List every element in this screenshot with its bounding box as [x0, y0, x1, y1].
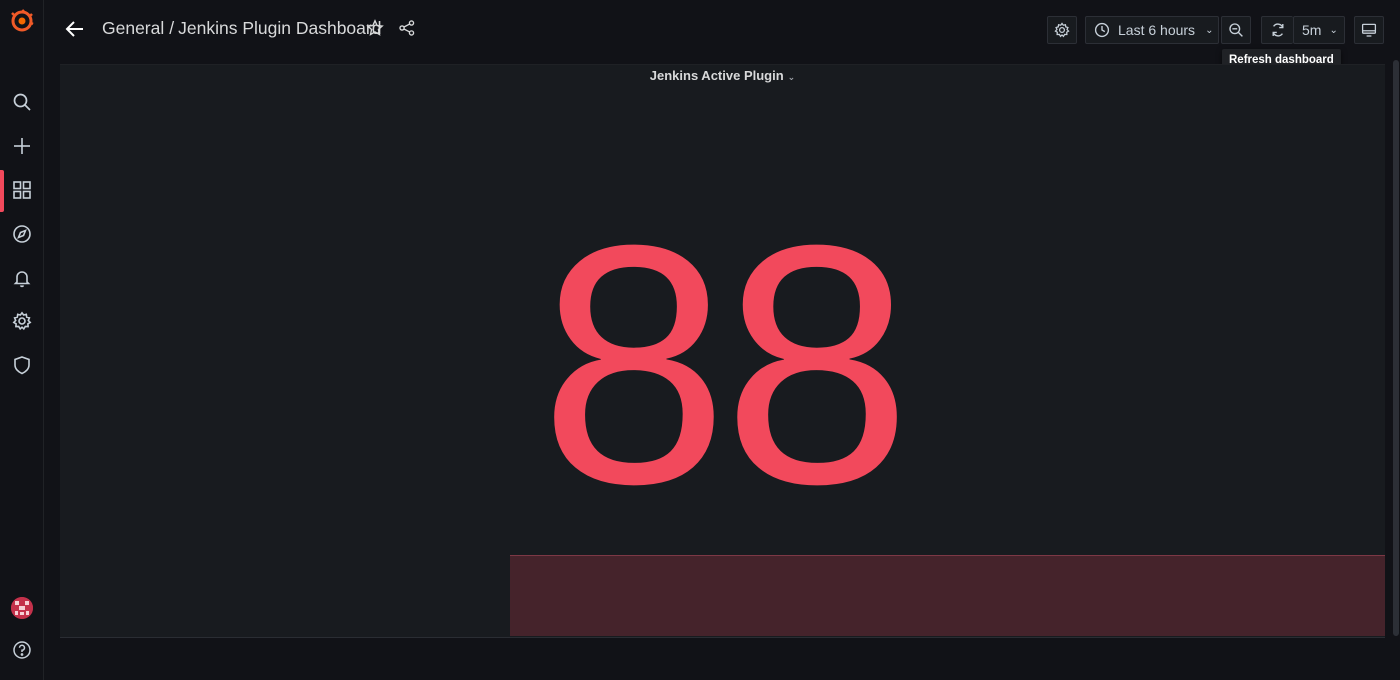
breadcrumb-folder[interactable]: General [102, 18, 164, 38]
tv-mode-button[interactable] [1354, 16, 1384, 44]
stat-panel: Jenkins Active Plugin ⌄ 88 [60, 64, 1385, 638]
chevron-down-icon: ⌄ [1205, 24, 1214, 36]
configuration-icon[interactable] [0, 303, 43, 339]
share-icon[interactable] [398, 19, 418, 39]
stat-value: 88 [539, 175, 911, 555]
chevron-down-icon[interactable]: ⌄ [788, 72, 796, 82]
refresh-interval-label: 5m [1302, 22, 1322, 38]
stat-sparkline [510, 555, 1385, 636]
back-arrow-icon[interactable] [62, 16, 88, 42]
time-range-picker[interactable]: Last 6 hours ⌄ [1085, 16, 1219, 44]
zoom-out-button[interactable] [1221, 16, 1251, 44]
clock-icon [1094, 22, 1110, 38]
user-avatar[interactable] [11, 597, 33, 619]
chevron-down-icon: ⌄ [1329, 24, 1338, 36]
panel-title[interactable]: Jenkins Active Plugin [650, 68, 784, 83]
monitor-icon [1361, 23, 1377, 37]
explore-icon[interactable] [0, 216, 43, 252]
dashboards-icon[interactable] [0, 172, 43, 208]
star-icon[interactable] [366, 19, 386, 39]
zoom-out-icon [1229, 23, 1243, 37]
refresh-interval-picker[interactable]: 5m ⌄ [1293, 16, 1345, 44]
search-icon[interactable] [0, 84, 43, 120]
dashboard-title[interactable]: Jenkins Plugin Dashboard [178, 18, 381, 38]
sidebar [0, 0, 44, 680]
gear-icon [1054, 22, 1070, 38]
server-admin-icon[interactable] [0, 347, 43, 383]
dashboard-settings-button[interactable] [1047, 16, 1077, 44]
time-range-label: Last 6 hours [1118, 22, 1196, 38]
breadcrumb: General / Jenkins Plugin Dashboard [102, 18, 381, 39]
alerting-icon[interactable] [0, 260, 43, 296]
help-icon[interactable] [0, 632, 43, 668]
grafana-logo-icon[interactable] [10, 9, 34, 33]
breadcrumb-separator: / [169, 18, 175, 38]
dashboard-navbar: General / Jenkins Plugin Dashboard Last 6 … [44, 0, 1400, 60]
refresh-button[interactable] [1261, 16, 1293, 44]
scrollbar[interactable] [1393, 60, 1399, 636]
panel-header[interactable]: Jenkins Active Plugin ⌄ [60, 68, 1385, 83]
plus-icon[interactable] [0, 128, 43, 164]
refresh-icon [1272, 23, 1283, 37]
